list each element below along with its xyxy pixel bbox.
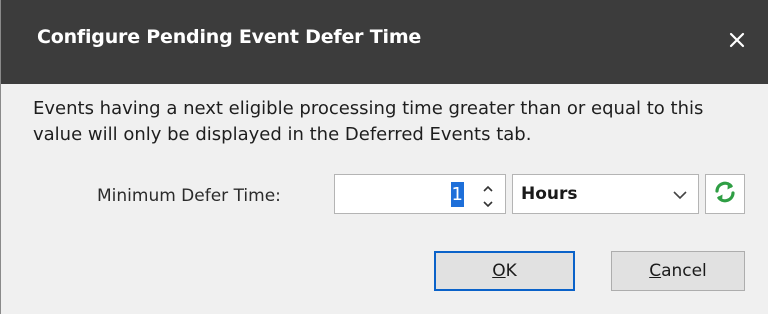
minimum-defer-time-label: Minimum Defer Time: [97,186,281,206]
refresh-button[interactable] [705,174,745,214]
ok-mnemonic: O [492,261,506,281]
title-bar: Configure Pending Event Defer Time [1,0,768,84]
spin-down-button[interactable] [479,195,497,209]
close-icon [729,32,745,52]
ok-label-rest: K [505,261,517,281]
refresh-icon [711,178,739,210]
spin-buttons [479,179,497,209]
defer-time-value[interactable]: 1 [450,182,464,207]
spin-up-button[interactable] [479,179,497,193]
cancel-label-rest: ancel [661,261,707,281]
dialog-description: Events having a next eligible processing… [33,98,704,145]
dialog-title: Configure Pending Event Defer Time [37,26,422,48]
time-unit-dropdown[interactable]: Hours [512,174,699,214]
time-unit-selected: Hours [521,184,578,204]
defer-time-spinbox[interactable]: 1 [334,174,506,214]
dropdown-chevron-icon [672,187,688,201]
cancel-mnemonic: C [649,261,662,281]
ok-button[interactable]: OK [434,251,575,291]
cancel-button[interactable]: Cancel [611,251,745,291]
chevron-down-icon [483,193,493,212]
close-button[interactable] [717,22,757,62]
defer-time-dialog: Configure Pending Event Defer Time Event… [0,0,768,314]
